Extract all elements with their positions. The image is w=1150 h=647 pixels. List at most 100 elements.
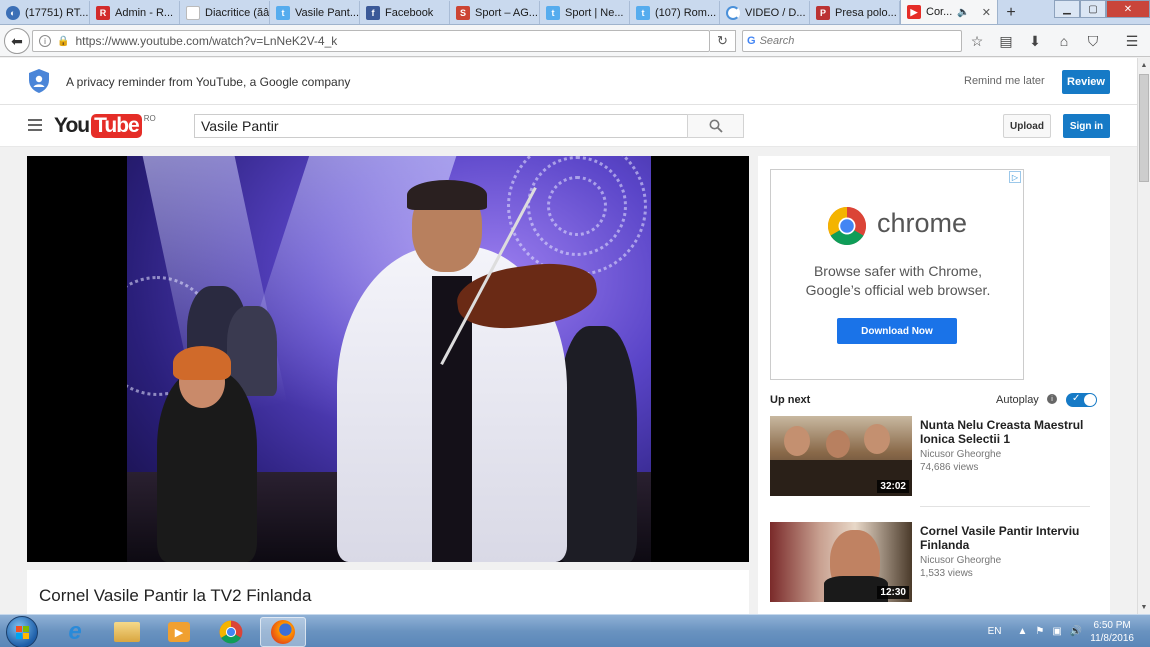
- browser-tab[interactable]: R Admin - R...: [90, 1, 180, 24]
- logo-region: RO: [143, 114, 156, 123]
- browser-tab[interactable]: t Vasile Pant...: [270, 1, 360, 24]
- start-button[interactable]: [6, 616, 38, 647]
- tab-label: Vasile Pant...: [295, 6, 359, 19]
- list-item[interactable]: 12:30 Cornel Vasile Pantir Interviu Finl…: [770, 522, 1100, 602]
- sport-icon: S: [456, 5, 470, 20]
- browser-tab-active[interactable]: ▶ Cor... 🔈 ✕: [900, 0, 998, 24]
- violinist-hair: [407, 180, 487, 210]
- window-controls: ▁ ▢ ✕: [1054, 0, 1150, 18]
- home-icon[interactable]: ⌂: [1053, 30, 1075, 52]
- r-logo-icon: R: [96, 5, 110, 20]
- sign-in-button[interactable]: Sign in: [1063, 114, 1110, 138]
- web-page: A privacy reminder from YouTube, a Googl…: [0, 58, 1137, 614]
- shield-icon: [29, 69, 49, 93]
- thumbnail-person: [826, 430, 850, 458]
- video-title-link[interactable]: Nunta Nelu Creasta Maestrul Ionica Selec…: [920, 418, 1100, 446]
- ad-copy: Browse safer with Chrome, Google’s offic…: [771, 262, 1025, 300]
- browser-tab[interactable]: ◐ (17751) RT...: [0, 1, 90, 24]
- clock-time: 6:50 PM: [1093, 619, 1131, 631]
- chrome-taskbar-icon[interactable]: [208, 617, 254, 647]
- video-frame: [127, 156, 651, 562]
- view-count: 1,533 views: [920, 568, 973, 579]
- thumbnail-person: [864, 424, 890, 454]
- browser-tab[interactable]: VIDEO / D...: [720, 1, 810, 24]
- download-now-button[interactable]: Download Now: [837, 318, 957, 344]
- volume-icon[interactable]: 🔊: [1070, 626, 1082, 637]
- guide-menu-icon[interactable]: [28, 119, 42, 131]
- bookmark-star-icon[interactable]: ☆: [966, 30, 988, 52]
- media-player-icon[interactable]: ▶: [156, 617, 202, 647]
- upload-button[interactable]: Upload: [1003, 114, 1051, 138]
- system-tray: EN ▲ ⚑ ▣ 🔊 6:50 PM 11/8/2016: [988, 615, 1150, 647]
- video-thumbnail[interactable]: 32:02: [770, 416, 912, 496]
- browser-tab[interactable]: t Sport | Ne...: [540, 1, 630, 24]
- adchoices-icon[interactable]: ▷: [1009, 171, 1021, 183]
- twitter-icon: t: [276, 5, 290, 20]
- video-title-link[interactable]: Cornel Vasile Pantir Interviu Finlanda: [920, 524, 1100, 552]
- logo-tube: Tube: [91, 114, 142, 138]
- ad-line-2: Google’s official web browser.: [805, 282, 991, 298]
- privacy-message: A privacy reminder from YouTube, a Googl…: [66, 75, 351, 89]
- browser-tab[interactable]: P Presa polo...: [810, 1, 900, 24]
- download-icon[interactable]: ⬇: [1024, 30, 1046, 52]
- firefox-taskbar-icon[interactable]: [260, 617, 306, 647]
- reload-button[interactable]: ↻: [710, 30, 736, 52]
- maximize-icon[interactable]: ▢: [1080, 0, 1106, 18]
- address-bar[interactable]: i 🔒 https://www.youtube.com/watch?v=LnNe…: [32, 30, 710, 52]
- tab-label: Admin - R...: [115, 6, 174, 19]
- file-explorer-icon[interactable]: [104, 617, 150, 647]
- reading-list-icon[interactable]: ▤: [995, 30, 1017, 52]
- browser-tab[interactable]: f Facebook: [360, 1, 450, 24]
- info-icon[interactable]: i: [1047, 394, 1057, 404]
- list-item[interactable]: 32:02 Nunta Nelu Creasta Maestrul Ionica…: [770, 416, 1100, 496]
- video-player[interactable]: [27, 156, 749, 562]
- chrome-ad[interactable]: ▷ chrome Browse safer with Chrome, Googl…: [770, 169, 1024, 380]
- flag-icon[interactable]: ⚑: [1035, 626, 1044, 637]
- browser-tab[interactable]: t (107) Rom...: [630, 1, 720, 24]
- twitter-icon: t: [546, 5, 560, 20]
- youtube-icon: ▶: [907, 5, 921, 19]
- scroll-down-icon[interactable]: ▼: [1138, 600, 1150, 614]
- search-icon: [709, 119, 723, 133]
- channel-name[interactable]: Nicusor Gheorghe: [920, 555, 1001, 566]
- pocket-icon[interactable]: ⛉: [1082, 30, 1104, 52]
- video-duration: 12:30: [877, 586, 909, 599]
- youtube-search-input[interactable]: Vasile Pantir: [194, 114, 688, 138]
- arrow-left-icon: ⬅: [11, 32, 23, 49]
- channel-name[interactable]: Nicusor Gheorghe: [920, 449, 1001, 460]
- new-tab-button[interactable]: +: [998, 1, 1024, 24]
- tab-label: VIDEO / D...: [745, 6, 806, 19]
- clock-date: 11/8/2016: [1090, 632, 1134, 644]
- flute-player-hair: [173, 346, 231, 380]
- speaker-icon[interactable]: 🔈: [957, 7, 969, 18]
- browser-search-input[interactable]: G Search: [742, 30, 962, 52]
- url-text: https://www.youtube.com/watch?v=LnNeK2V-…: [75, 34, 338, 48]
- close-window-icon[interactable]: ✕: [1106, 0, 1150, 18]
- search-button[interactable]: [687, 114, 744, 138]
- autoplay-toggle[interactable]: ✓: [1066, 393, 1097, 407]
- reload-icon: ↻: [717, 33, 728, 48]
- info-icon[interactable]: i: [39, 35, 51, 47]
- youtube-logo[interactable]: You Tube RO: [54, 114, 156, 138]
- show-hidden-icons-icon[interactable]: ▲: [1017, 626, 1027, 637]
- browser-tab[interactable]: S Sport – AG...: [450, 1, 540, 24]
- language-indicator[interactable]: EN: [988, 626, 1002, 637]
- back-button[interactable]: ⬅: [4, 28, 30, 54]
- close-tab-icon[interactable]: ✕: [982, 6, 991, 19]
- minimize-icon[interactable]: ▁: [1054, 0, 1080, 18]
- loading-icon: [726, 5, 740, 20]
- thumbnail-person: [784, 426, 810, 456]
- browser-tab[interactable]: Diacritice (ăâîş...: [180, 1, 270, 24]
- orchestra-musician: [557, 326, 637, 562]
- scrollbar-thumb[interactable]: [1139, 74, 1149, 182]
- network-icon[interactable]: ▣: [1052, 626, 1061, 637]
- video-thumbnail[interactable]: 12:30: [770, 522, 912, 602]
- navigation-toolbar: ⬅ i 🔒 https://www.youtube.com/watch?v=Ln…: [0, 25, 1150, 57]
- internet-explorer-icon[interactable]: e: [52, 617, 98, 647]
- review-button[interactable]: Review: [1062, 70, 1110, 94]
- remind-me-later-link[interactable]: Remind me later: [964, 75, 1045, 87]
- menu-icon[interactable]: ☰: [1121, 30, 1143, 52]
- page-scrollbar[interactable]: ▲ ▼: [1137, 58, 1150, 614]
- clock[interactable]: 6:50 PM 11/8/2016: [1090, 619, 1134, 645]
- scroll-up-icon[interactable]: ▲: [1138, 58, 1150, 72]
